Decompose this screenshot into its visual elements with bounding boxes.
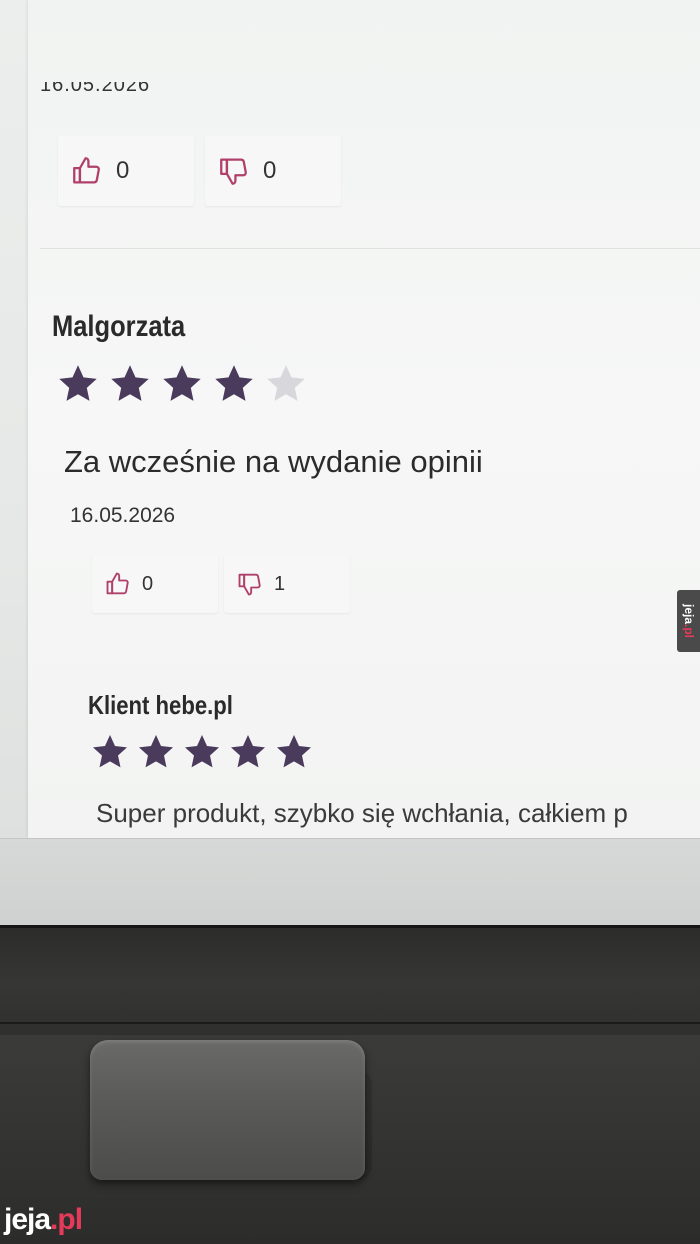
- star-icon: [93, 735, 127, 768]
- star-empty-icon: [267, 365, 305, 401]
- review-title: Za wcześnie na wydanie opinii: [64, 444, 483, 479]
- star-icon: [59, 365, 97, 401]
- thumbs-down-icon: [217, 154, 251, 188]
- star-icon: [111, 365, 149, 401]
- star-icon: [215, 365, 253, 401]
- thumbs-up-icon: [70, 154, 104, 188]
- dislike-button[interactable]: 1: [224, 555, 350, 613]
- star-icon: [163, 365, 201, 401]
- star-rating: [90, 732, 314, 772]
- review-date: 16.05.2026: [70, 504, 176, 527]
- dislike-count: 1: [274, 572, 286, 595]
- like-button[interactable]: 0: [92, 555, 218, 613]
- star-rating: [56, 362, 308, 406]
- star-icon: [185, 735, 219, 768]
- screen: 16.05.2026 0 0 Malgorzata Za wcześnie na…: [0, 0, 700, 925]
- review-divider: [40, 248, 700, 249]
- like-button[interactable]: 0: [58, 136, 194, 206]
- laptop-hinge: [90, 1040, 365, 1180]
- like-count: 0: [116, 157, 130, 184]
- reviewer-name: Klient hebe.pl: [88, 690, 233, 720]
- star-icon: [277, 735, 311, 768]
- taskbar-area: [0, 838, 700, 925]
- reviewer-name: Malgorzata: [52, 310, 186, 343]
- star-icon: [139, 735, 173, 768]
- dislike-count: 0: [263, 157, 277, 184]
- watermark-logo: jeja.pl: [4, 1203, 83, 1236]
- thumbs-down-icon: [236, 570, 264, 598]
- previous-review-date: 16.05.2026: [40, 82, 151, 96]
- side-watermark: jeja.pl: [677, 590, 700, 652]
- dislike-button[interactable]: 0: [205, 136, 341, 206]
- star-icon: [231, 735, 265, 768]
- like-count: 0: [142, 572, 154, 595]
- bezel-edge: [0, 1022, 700, 1024]
- thumbs-up-icon: [104, 570, 132, 598]
- review-text: Super produkt, szybko się wchłania, całk…: [96, 798, 628, 828]
